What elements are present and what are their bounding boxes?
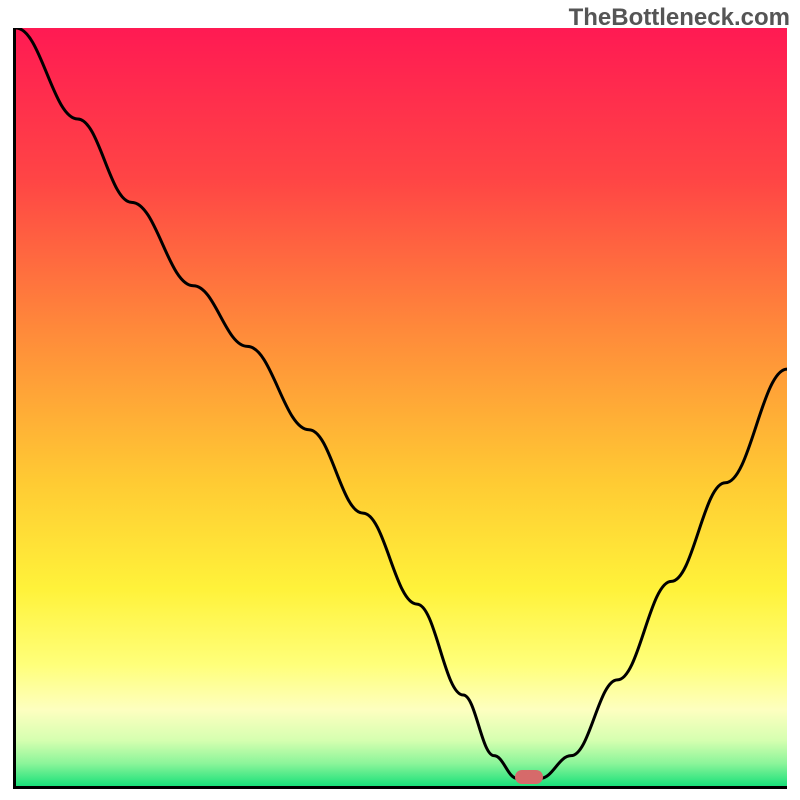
- bottleneck-curve: [16, 28, 787, 786]
- watermark-text: TheBottleneck.com: [569, 4, 790, 32]
- chart-container: TheBottleneck.com: [0, 0, 800, 800]
- plot-area: [13, 28, 787, 789]
- optimal-marker: [515, 770, 543, 784]
